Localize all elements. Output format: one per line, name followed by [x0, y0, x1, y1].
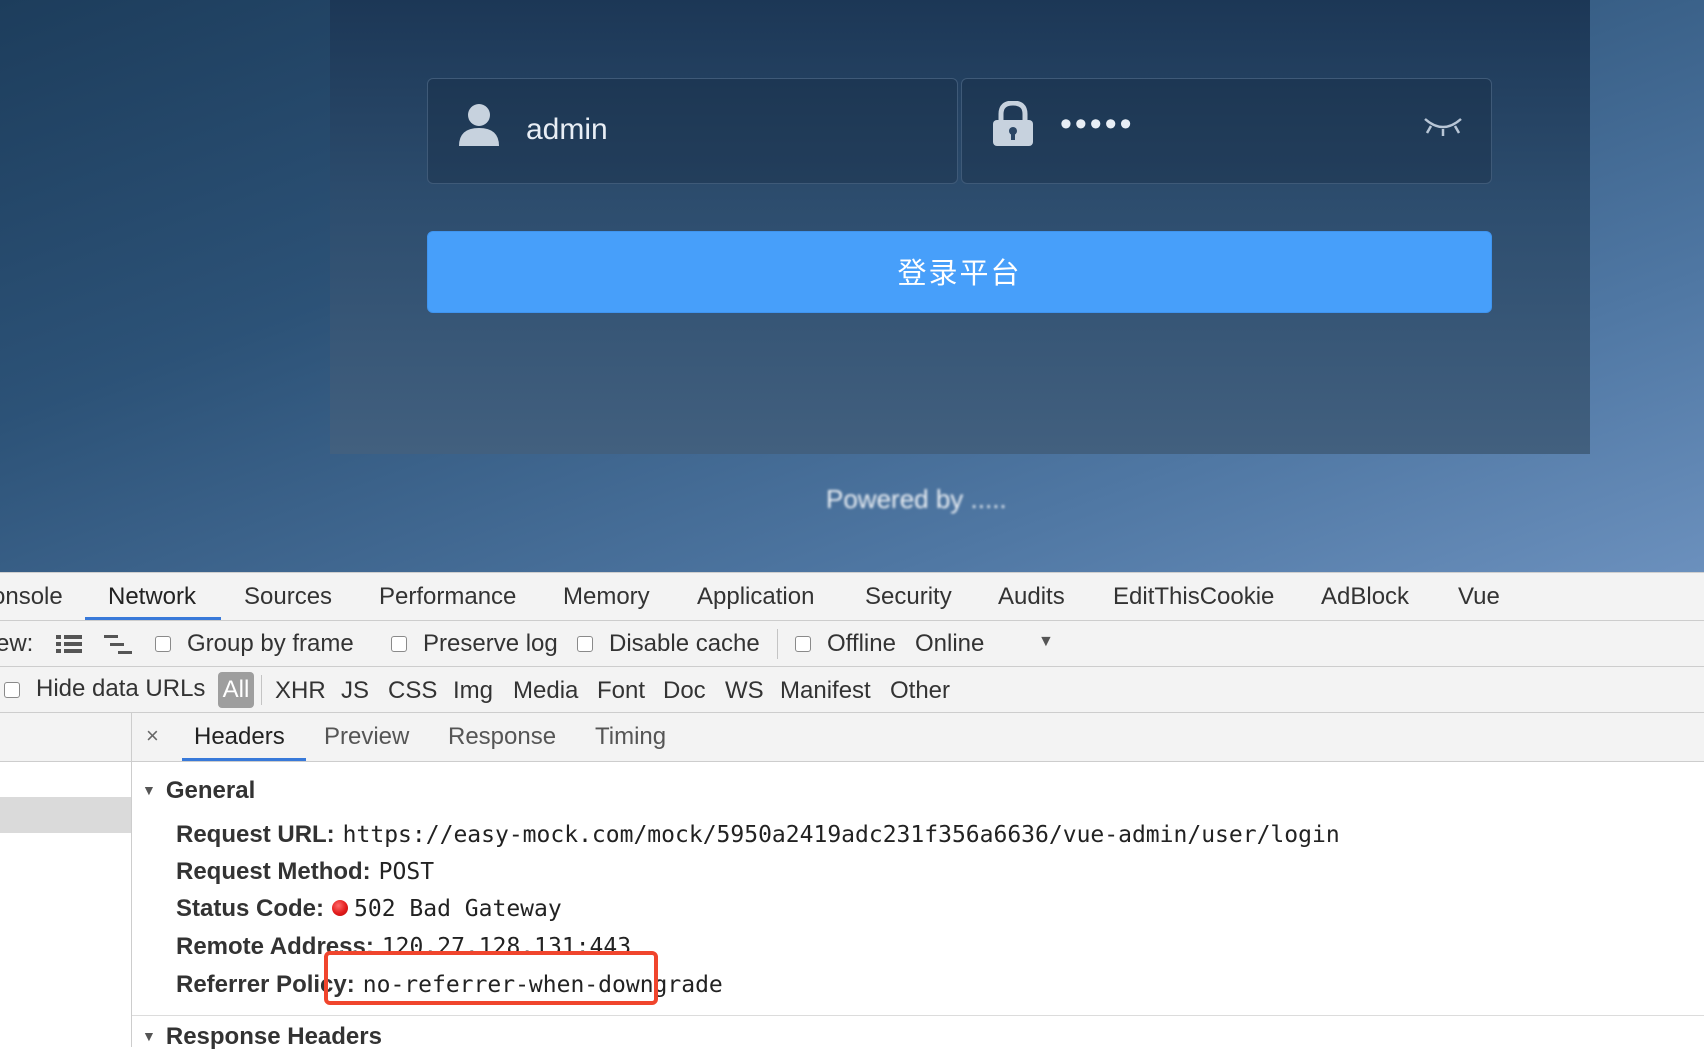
hide-data-urls-label: Hide data URLs: [36, 675, 206, 702]
tab-audits[interactable]: Audits: [998, 583, 1065, 611]
tab-memory[interactable]: Memory: [563, 583, 650, 611]
filter-css[interactable]: CSS: [388, 677, 437, 705]
large-rows-icon[interactable]: [56, 635, 82, 658]
general-section-title: General: [165, 777, 256, 804]
tab-adblock[interactable]: AdBlock: [1321, 583, 1409, 611]
filter-xhr[interactable]: XHR: [275, 677, 326, 705]
selected-request-row[interactable]: [0, 797, 131, 833]
tab-performance[interactable]: Performance: [379, 583, 516, 611]
tab-network[interactable]: Network: [108, 583, 196, 611]
filter-all[interactable]: All: [218, 672, 254, 708]
disable-cache-checkbox[interactable]: [577, 636, 593, 652]
tab-sources[interactable]: Sources: [244, 583, 332, 611]
triangle-down-icon: ▼: [142, 1027, 156, 1044]
eye-closed-icon[interactable]: [1423, 115, 1463, 142]
filter-media[interactable]: Media: [513, 677, 578, 705]
general-section-toggle[interactable]: ▼ General: [142, 777, 255, 805]
disable-cache-label: Disable cache: [609, 630, 760, 657]
tab-headers[interactable]: Headers: [194, 723, 285, 751]
tab-vue[interactable]: Vue: [1458, 583, 1500, 611]
filter-font[interactable]: Font: [597, 677, 645, 705]
filter-js[interactable]: JS: [341, 677, 369, 705]
request-url-value: https://easy-mock.com/mock/5950a2419adc2…: [342, 822, 1340, 848]
filter-manifest[interactable]: Manifest: [780, 677, 871, 705]
throttling-dropdown-icon[interactable]: ▼: [1038, 633, 1054, 651]
tab-editthiscookie[interactable]: EditThisCookie: [1113, 583, 1274, 611]
triangle-down-icon: ▼: [142, 781, 156, 798]
status-code-key: Status Code:: [176, 895, 325, 922]
tab-security[interactable]: Security: [865, 583, 952, 611]
section-divider: [132, 1015, 1704, 1016]
request-method-key: Request Method:: [176, 858, 371, 885]
close-icon[interactable]: ×: [146, 723, 159, 749]
offline-label: Offline: [827, 630, 896, 657]
filter-doc[interactable]: Doc: [663, 677, 706, 705]
network-toolbar: ew: Group by frame Preserve log Disable …: [0, 621, 1704, 667]
login-panel: [330, 0, 1590, 454]
status-code-row: Status Code: 502 Bad Gateway: [176, 895, 562, 923]
lock-icon: [992, 100, 1034, 152]
detail-tab-bar: × Headers Preview Response Timing: [132, 713, 1704, 762]
filter-other[interactable]: Other: [890, 677, 950, 705]
devtools-tab-bar: onsole Network Sources Performance Memor…: [0, 573, 1704, 621]
active-tab-indicator: [85, 617, 221, 620]
tab-preview[interactable]: Preview: [324, 723, 409, 751]
devtools-panel: onsole Network Sources Performance Memor…: [0, 572, 1704, 1050]
status-code-value: 502 Bad Gateway: [354, 896, 562, 922]
request-list: [0, 713, 132, 1047]
user-icon: [458, 103, 500, 152]
tab-timing[interactable]: Timing: [595, 723, 666, 751]
throttling-select[interactable]: Online: [915, 630, 984, 658]
request-method-row: Request Method: POST: [176, 858, 434, 886]
login-button[interactable]: 登录平台: [427, 231, 1492, 313]
web-page-background: admin ••••• 登录平台 Powered by .....: [0, 0, 1704, 572]
view-label: ew:: [0, 630, 34, 657]
waterfall-icon[interactable]: [104, 635, 134, 660]
tab-response[interactable]: Response: [448, 723, 556, 751]
preserve-log-checkbox[interactable]: [391, 636, 407, 652]
hide-data-urls-checkbox[interactable]: [4, 682, 20, 698]
response-headers-section-toggle[interactable]: ▼ Response Headers: [142, 1023, 382, 1051]
tab-console[interactable]: onsole: [0, 583, 63, 611]
filter-ws[interactable]: WS: [725, 677, 764, 705]
username-field[interactable]: admin: [427, 78, 958, 184]
password-value: •••••: [1060, 105, 1135, 143]
network-filter-bar: Hide data URLs All XHR JS CSS Img Media …: [0, 667, 1704, 713]
filter-divider: [261, 675, 262, 705]
offline-checkbox[interactable]: [795, 636, 811, 652]
toolbar-divider: [777, 629, 778, 659]
filter-img[interactable]: Img: [453, 677, 493, 705]
active-detail-tab-indicator: [182, 758, 306, 761]
powered-by-footer: Powered by .....: [826, 484, 1007, 514]
username-value: admin: [526, 113, 608, 146]
group-by-frame-label: Group by frame: [187, 630, 354, 657]
tab-application[interactable]: Application: [697, 583, 814, 611]
request-url-row: Request URL: https://easy-mock.com/mock/5…: [176, 821, 1340, 849]
request-method-value: POST: [378, 859, 435, 885]
request-url-key: Request URL:: [176, 821, 335, 848]
status-highlight-annotation: [324, 951, 658, 1005]
password-field[interactable]: •••••: [961, 78, 1492, 184]
request-list-header: [0, 713, 131, 762]
group-by-frame-checkbox[interactable]: [155, 636, 171, 652]
preserve-log-label: Preserve log: [423, 630, 558, 657]
status-error-dot-icon: [332, 899, 349, 916]
request-detail-pane: × Headers Preview Response Timing ▼ Gener…: [132, 713, 1704, 1050]
